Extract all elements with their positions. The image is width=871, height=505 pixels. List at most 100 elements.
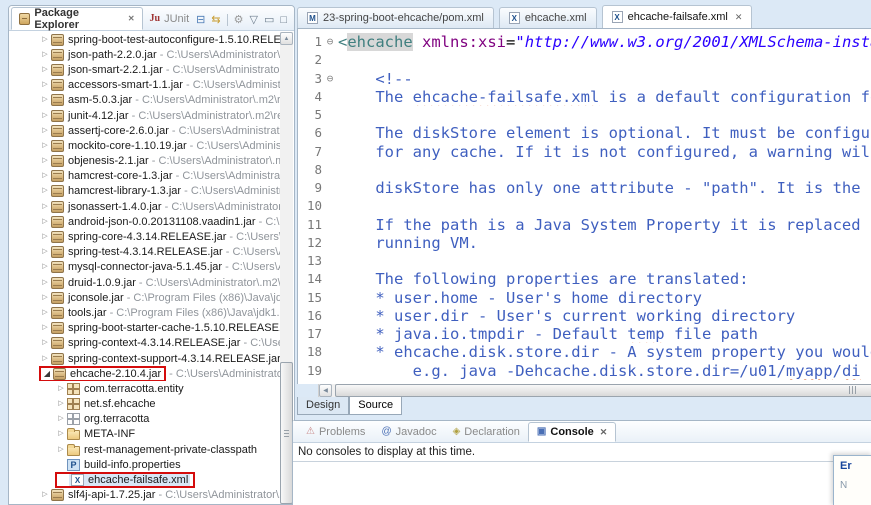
code-line[interactable]: 3 ⊖ <!-- <box>298 70 871 88</box>
tab-declaration[interactable]: ◈ Declaration <box>445 422 528 442</box>
maximize-icon[interactable]: □ <box>280 14 287 26</box>
tree-item[interactable]: ▷ asm-5.0.3.jar - C:\Users\Administrator\… <box>9 93 280 108</box>
tree-item[interactable]: ▷ hamcrest-library-1.3.jar - C:\Users\Adm… <box>9 184 280 199</box>
close-icon[interactable]: ✕ <box>128 14 135 23</box>
editor-hscrollbar-thumb[interactable] <box>335 384 871 397</box>
expander-icon[interactable]: ▷ <box>39 156 51 166</box>
tab-package-explorer[interactable]: Package Explorer ✕ <box>11 7 143 31</box>
tree-item[interactable]: ▷ org.terracotta <box>9 412 280 427</box>
scroll-up-icon[interactable]: ▲ <box>280 32 293 45</box>
expander-icon[interactable]: ▷ <box>55 399 67 409</box>
tab-javadoc[interactable]: @ Javadoc <box>373 422 444 442</box>
expander-icon[interactable]: ▷ <box>39 65 51 75</box>
tree-item[interactable]: ▷ slf4j-api-1.7.25.jar - C:\Users\Adminis… <box>9 488 280 503</box>
editor-body[interactable]: 1 ⊖ <ehcache xmlns:xsi="http://www.w3.org/… <box>297 28 871 384</box>
tree-item[interactable]: ▷ com.terracotta.entity <box>9 381 280 396</box>
tree-item[interactable]: ehcache-failsafe.xml <box>9 472 280 488</box>
tree-item[interactable]: ▷ rest-management-private-classpath <box>9 442 280 457</box>
tree-item[interactable]: ▷ json-smart-2.2.1.jar - C:\Users\Adminis… <box>9 62 280 77</box>
tab-source[interactable]: Source <box>349 397 403 415</box>
expander-icon[interactable]: ▷ <box>39 126 51 136</box>
expander-icon[interactable]: ▷ <box>39 202 51 212</box>
code-line[interactable]: 10 <box>298 197 871 215</box>
tree-item[interactable]: ▷ spring-core-4.3.14.RELEASE.jar - C:\Use… <box>9 229 280 244</box>
focus-task-icon[interactable]: ⚙ <box>234 14 244 26</box>
close-icon[interactable]: ✕ <box>600 427 608 438</box>
expander-icon[interactable]: ▷ <box>39 35 51 45</box>
expander-icon[interactable]: ▷ <box>39 262 51 272</box>
code-line[interactable]: 2 <box>298 51 871 69</box>
tab-console[interactable]: ▣ Console ✕ <box>527 422 617 442</box>
code-line[interactable]: 12 running VM. <box>298 234 871 252</box>
view-menu-icon[interactable]: ▽ <box>249 14 257 26</box>
tree-item[interactable]: ▷ accessors-smart-1.1.jar - C:\Users\Admi… <box>9 78 280 93</box>
expander-icon[interactable]: ▷ <box>39 247 51 257</box>
code-line[interactable]: 13 <box>298 252 871 270</box>
tree-item[interactable] <box>9 503 280 504</box>
expander-icon[interactable]: ▷ <box>55 414 67 424</box>
tree-item[interactable]: ▷ android-json-0.0.20131108.vaadin1.jar -… <box>9 214 280 229</box>
scroll-left-icon[interactable]: ◀ <box>319 384 332 397</box>
fold-marker-icon[interactable]: ⊖ <box>322 70 338 88</box>
editor-tab[interactable]: M 23-spring-boot-ehcache/pom.xml <box>297 7 494 28</box>
tree-item[interactable]: ▷ spring-context-4.3.14.RELEASE.jar - C:\… <box>9 336 280 351</box>
expander-icon[interactable]: ▷ <box>39 308 51 318</box>
code-line[interactable]: 19 e.g. java -Dehcache.disk.store.dir=/u… <box>298 362 871 380</box>
expander-icon[interactable]: ◢ <box>41 369 53 379</box>
expander-icon[interactable]: ▷ <box>55 429 67 439</box>
tab-design[interactable]: Design <box>297 397 350 415</box>
tab-problems[interactable]: ⚠ Problems <box>298 422 373 442</box>
code-line[interactable]: 15 * user.home - User's home directory <box>298 289 871 307</box>
tree-item[interactable]: ▷ spring-context-support-4.3.14.RELEASE.j… <box>9 351 280 366</box>
tree-item[interactable]: build-info.properties <box>9 457 280 472</box>
code-line[interactable]: 11 If the path is a Java System Property… <box>298 216 871 234</box>
expander-icon[interactable]: ▷ <box>39 111 51 121</box>
tree-item[interactable]: ▷ mysql-connector-java-5.1.45.jar - C:\Us… <box>9 260 280 275</box>
fold-marker-icon[interactable]: ⊖ <box>322 33 338 51</box>
expander-icon[interactable]: ▷ <box>39 186 51 196</box>
tree-item[interactable]: ▷ spring-boot-test-autoconfigure-1.5.10.R… <box>9 32 280 47</box>
editor-hscrollbar-track[interactable] <box>332 384 871 397</box>
tree-item[interactable]: ◢ ehcache-2.10.4.jar - C:\Users\Administr… <box>9 366 280 382</box>
expander-icon[interactable]: ▷ <box>39 338 51 348</box>
expander-icon[interactable]: ▷ <box>39 490 51 500</box>
code-line[interactable]: 4 The ehcache-failsafe.xml is a default … <box>298 88 871 106</box>
tree-item[interactable]: ▷ mockito-core-1.10.19.jar - C:\Users\Adm… <box>9 138 280 153</box>
code-line[interactable]: 6 The diskStore element is optional. It … <box>298 124 871 142</box>
tree-item[interactable]: ▷ jconsole.jar - C:\Program Files (x86)\J… <box>9 290 280 305</box>
tree-item[interactable]: ▷ json-path-2.2.0.jar - C:\Users\Administ… <box>9 47 280 62</box>
expander-icon[interactable]: ▷ <box>55 445 67 455</box>
tree-item[interactable]: ▷ spring-test-4.3.14.RELEASE.jar - C:\Use… <box>9 245 280 260</box>
tree-item[interactable]: ▷ tools.jar - C:\Program Files (x86)\Java… <box>9 305 280 320</box>
expander-icon[interactable]: ▷ <box>55 384 67 394</box>
editor-tab[interactable]: Xehcache-failsafe.xml ✕ <box>601 5 753 28</box>
notification-popup[interactable]: Er N <box>833 455 871 505</box>
tree-item[interactable]: ▷ spring-boot-starter-cache-1.5.10.RELEAS… <box>9 321 280 336</box>
expander-icon[interactable]: ▷ <box>39 293 51 303</box>
expander-icon[interactable]: ▷ <box>39 217 51 227</box>
code-line[interactable]: 5 <box>298 106 871 124</box>
editor-tab[interactable]: Xehcache.xml <box>498 7 597 28</box>
code-line[interactable]: 17 * java.io.tmpdir - Default temp file … <box>298 325 871 343</box>
tab-junit[interactable]: Ju JUnit <box>143 7 197 30</box>
tree-item[interactable]: ▷ META-INF <box>9 427 280 442</box>
expander-icon[interactable]: ▷ <box>39 278 51 288</box>
tree-item[interactable]: ▷ assertj-core-2.6.0.jar - C:\Users\Admin… <box>9 123 280 138</box>
link-with-editor-icon[interactable]: ⇆ <box>211 14 220 26</box>
code-line[interactable]: 14 The following properties are translat… <box>298 270 871 288</box>
tree-item[interactable]: ▷ jsonassert-1.4.0.jar - C:\Users\Adminis… <box>9 199 280 214</box>
code-line[interactable]: 9 diskStore has only one attribute - "pa… <box>298 179 871 197</box>
expander-icon[interactable]: ▷ <box>39 354 51 364</box>
tree-item[interactable]: ▷ hamcrest-core-1.3.jar - C:\Users\Admini… <box>9 169 280 184</box>
expander-icon[interactable]: ▷ <box>39 50 51 60</box>
tree-item[interactable]: ▷ druid-1.0.9.jar - C:\Users\Administrato… <box>9 275 280 290</box>
tree-item[interactable]: ▷ junit-4.12.jar - C:\Users\Administrator… <box>9 108 280 123</box>
code-line[interactable]: 18 * ehcache.disk.store.dir - A system p… <box>298 343 871 361</box>
expander-icon[interactable]: ▷ <box>39 232 51 242</box>
tree-item[interactable]: ▷ net.sf.ehcache <box>9 397 280 412</box>
code-line[interactable]: 8 <box>298 161 871 179</box>
minimize-icon[interactable]: ▭ <box>264 14 274 26</box>
tree-item[interactable]: ▷ objenesis-2.1.jar - C:\Users\Administra… <box>9 154 280 169</box>
expander-icon[interactable]: ▷ <box>39 171 51 181</box>
close-icon[interactable]: ✕ <box>735 12 743 23</box>
